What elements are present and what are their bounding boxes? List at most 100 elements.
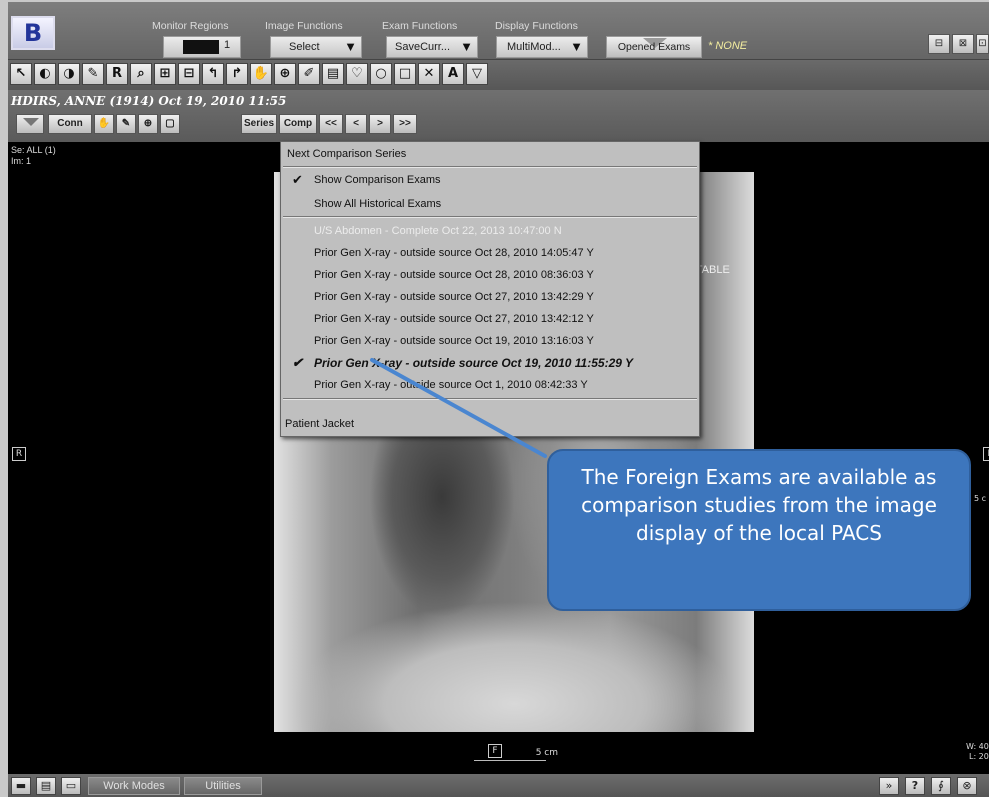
tile-tool-icon[interactable]: ⊟ xyxy=(178,63,200,85)
scale-bar xyxy=(474,760,546,761)
contrast-tool-icon[interactable]: ◐ xyxy=(34,63,56,85)
magnify-tool-icon[interactable]: ⌕ xyxy=(130,63,152,85)
pan-hand-icon[interactable]: ✋ xyxy=(250,63,272,85)
rectangle-tool-icon[interactable]: □ xyxy=(394,63,416,85)
expand-icon[interactable]: » xyxy=(879,777,899,795)
invert-tool-icon[interactable]: ◑ xyxy=(58,63,80,85)
menu-item-show-comparison[interactable]: ✔ Show Comparison Exams xyxy=(281,170,699,190)
menu-item-exam-us: U/S Abdomen - Complete Oct 22, 2013 10:4… xyxy=(281,221,699,241)
zoom-tool-icon[interactable]: ⊕ xyxy=(274,63,296,85)
draw-icon[interactable]: ✎ xyxy=(116,114,136,134)
tab-utilities[interactable]: Utilities xyxy=(184,777,262,795)
menu-item-label: Next Comparison Series xyxy=(287,148,407,160)
dropdown-arrow-icon: ▼ xyxy=(344,39,357,54)
pointer-tool-icon[interactable]: ↖ xyxy=(10,63,32,85)
exit-icon[interactable]: ⊗ xyxy=(957,777,977,795)
angle-tool-icon[interactable]: ✕ xyxy=(418,63,440,85)
monitor-regions-label: Monitor Regions xyxy=(152,20,229,32)
text-tool-icon[interactable]: A xyxy=(442,63,464,85)
grid-tool-icon[interactable]: ⊞ xyxy=(154,63,176,85)
conn-button[interactable]: Conn xyxy=(48,114,92,134)
exam-functions-label: Exam Functions xyxy=(382,20,458,32)
script-icon[interactable]: ∮ xyxy=(931,777,951,795)
image-functions-value: Select xyxy=(289,41,320,53)
ruler-tool-icon[interactable]: ▤ xyxy=(322,63,344,85)
display-functions-label: Display Functions xyxy=(495,20,578,32)
annotate-tool-icon[interactable]: ✎ xyxy=(82,63,104,85)
dropdown-arrow-icon: ▼ xyxy=(570,39,583,54)
prev-button[interactable]: < xyxy=(345,114,367,134)
triangle-down-icon xyxy=(23,118,39,126)
menu-separator xyxy=(283,216,697,218)
dropdown-arrow-icon: ▼ xyxy=(460,39,473,54)
app-logo[interactable]: B xyxy=(11,16,55,50)
pen-tool-icon[interactable]: ✐ xyxy=(298,63,320,85)
menu-item-patient-jacket[interactable]: Patient Jacket xyxy=(281,414,699,434)
hand-icon[interactable]: ✋ xyxy=(94,114,114,134)
menu-item-next-comparison[interactable]: Next Comparison Series xyxy=(281,144,699,164)
layout-icon[interactable]: ⊟ xyxy=(928,34,950,54)
menu-item-exam[interactable]: Prior Gen X-ray - outside source Oct 1, … xyxy=(281,375,699,395)
image-info-text: Im: 1 xyxy=(11,156,32,166)
link-icon[interactable]: ⊕ xyxy=(138,114,158,134)
list-icon[interactable]: ▤ xyxy=(36,777,56,795)
image-functions-select[interactable]: Select ▼ xyxy=(270,36,362,58)
scale-bottom: 5 cm xyxy=(535,748,558,758)
patient-bar: HDIRS, ANNE (1914) Oct 19, 2010 11:55 Co… xyxy=(8,90,989,142)
window-icon[interactable]: ▢ xyxy=(160,114,180,134)
left-orientation-marker: L xyxy=(983,447,989,461)
rotate-left-icon[interactable]: ↰ xyxy=(202,63,224,85)
reset-tool-icon[interactable]: R xyxy=(106,63,128,85)
checkmark-icon: ✔ xyxy=(292,172,303,187)
menu-item-show-historical[interactable]: Show All Historical Exams xyxy=(281,194,699,214)
exam-functions-value: SaveCurr... xyxy=(395,41,451,53)
polygon-tool-icon[interactable]: ♡ xyxy=(346,63,368,85)
menu-item-exam[interactable]: Prior Gen X-ray - outside source Oct 28,… xyxy=(281,243,699,263)
last-button[interactable]: >> xyxy=(393,114,417,134)
menu-item-label: Prior Gen X-ray - outside source Oct 19,… xyxy=(314,335,594,347)
menu-item-label: Prior Gen X-ray - outside source Oct 28,… xyxy=(314,247,594,259)
monitor-regions-select[interactable]: 1 xyxy=(163,36,241,58)
bottom-bar: ▬ ▤ ▭ Work Modes Utilities » ? ∮ ⊗ xyxy=(8,774,989,797)
menu-item-exam[interactable]: Prior Gen X-ray - outside source Oct 27,… xyxy=(281,309,699,329)
tab-work-modes[interactable]: Work Modes xyxy=(88,777,180,795)
minimize-icon[interactable]: ▬ xyxy=(11,777,31,795)
series-info-text: Se: ALL (1) xyxy=(11,145,56,155)
series-info: Se: ALL (1) Im: 1 xyxy=(11,145,56,167)
menu-item-exam[interactable]: Prior Gen X-ray - outside source Oct 28,… xyxy=(281,265,699,285)
menu-item-exam-current[interactable]: ✔ Prior Gen X-ray - outside source Oct 1… xyxy=(281,353,699,373)
panel-icon[interactable]: ▭ xyxy=(61,777,81,795)
menu-item-exam[interactable]: Prior Gen X-ray - outside source Oct 19,… xyxy=(281,331,699,351)
monitor-swatch xyxy=(183,40,219,54)
menu-item-label: Patient Jacket xyxy=(285,418,355,430)
help-icon[interactable]: ? xyxy=(905,777,925,795)
comp-button[interactable]: Comp xyxy=(279,114,317,134)
menu-item-label: Show All Historical Exams xyxy=(314,198,442,210)
close-window-icon[interactable]: ⊠ xyxy=(952,34,974,54)
display-functions-select[interactable]: MultiMod... ▼ xyxy=(496,36,588,58)
window-level-text: L: 20 xyxy=(968,752,989,761)
exam-functions-select[interactable]: SaveCurr... ▼ xyxy=(386,36,478,58)
menu-item-label: U/S Abdomen - Complete Oct 22, 2013 10:4… xyxy=(314,225,562,237)
menu-item-label: Prior Gen X-ray - outside source Oct 27,… xyxy=(314,291,594,303)
comparison-menu: Next Comparison Series ✔ Show Comparison… xyxy=(280,141,700,437)
opened-exams-label: Opened Exams xyxy=(617,41,691,53)
menu-item-label: Prior Gen X-ray - outside source Oct 27,… xyxy=(314,313,594,325)
exam-selector-button[interactable] xyxy=(16,114,44,134)
menu-item-label: Prior Gen X-ray - outside source Oct 1, … xyxy=(314,379,588,391)
rotate-right-icon[interactable]: ↱ xyxy=(226,63,248,85)
menu-item-exam[interactable]: Prior Gen X-ray - outside source Oct 27,… xyxy=(281,287,699,307)
series-button[interactable]: Series xyxy=(241,114,277,134)
menu-item-label: Prior Gen X-ray - outside source Oct 19,… xyxy=(314,356,634,370)
ellipse-tool-icon[interactable]: ○ xyxy=(370,63,392,85)
menu-item-label: Show Comparison Exams xyxy=(314,174,441,186)
window-level: W: 40 L: 20 xyxy=(966,742,989,762)
opened-exams-button[interactable]: Opened Exams xyxy=(606,36,702,58)
first-button[interactable]: << xyxy=(319,114,343,134)
next-button[interactable]: > xyxy=(369,114,391,134)
callout-box: The Foreign Exams are available as compa… xyxy=(547,449,971,611)
checkmark-icon: ✔ xyxy=(292,355,303,370)
image-functions-label: Image Functions xyxy=(265,20,343,32)
more-tools-icon[interactable]: ▽ xyxy=(466,63,488,85)
restore-window-icon[interactable]: ⊡ xyxy=(976,34,989,54)
